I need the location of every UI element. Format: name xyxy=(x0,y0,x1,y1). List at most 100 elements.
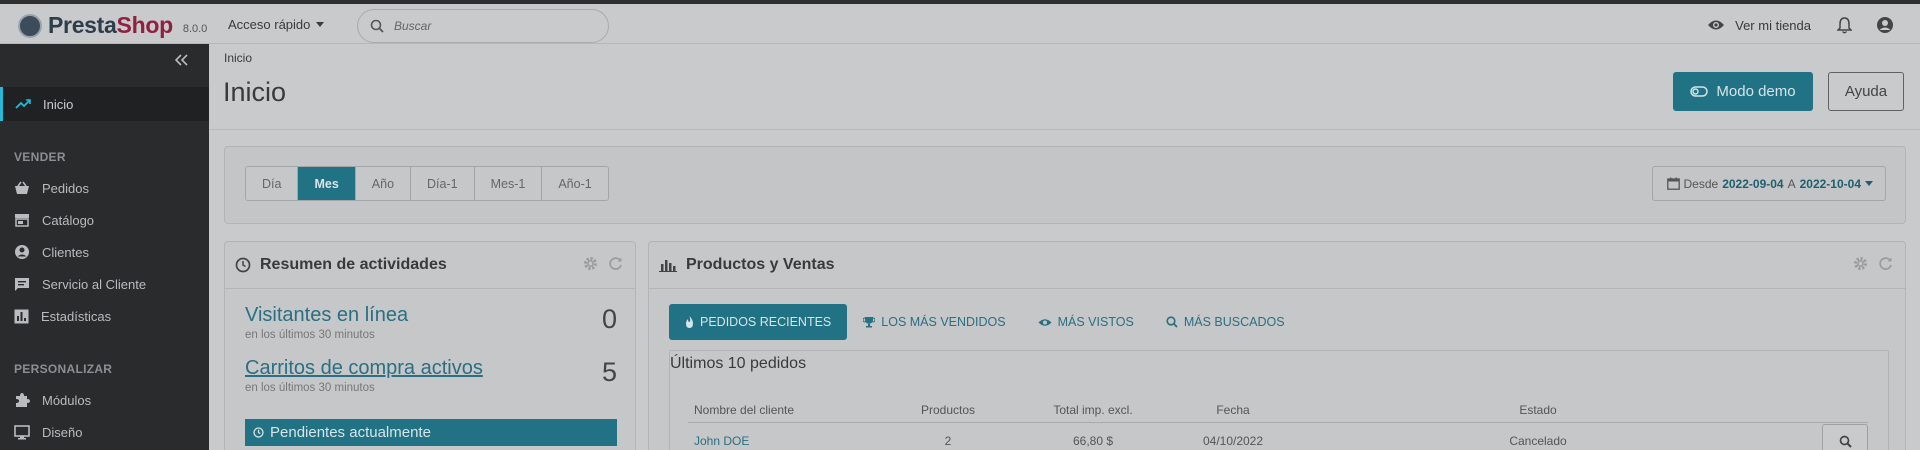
sidebar-item-label: Catálogo xyxy=(42,212,95,228)
account-icon[interactable] xyxy=(1876,16,1894,34)
prestashop-logo-icon xyxy=(18,13,42,38)
order-customer-link[interactable]: John DOE xyxy=(688,434,888,448)
products-card-header: Productos y Ventas xyxy=(649,242,1905,289)
products-tabs: PEDIDOS RECIENTES LOS MÁS VENDIDOS MÁS V… xyxy=(669,304,1301,340)
tab-label: MÁS BUSCADOS xyxy=(1183,315,1285,329)
sidebar: Inicio VENDER Pedidos Catálogo Clientes … xyxy=(0,44,209,450)
column-header-products: Productos xyxy=(920,403,976,417)
tab-most-viewed[interactable]: MÁS VISTOS xyxy=(1022,304,1150,340)
tab-label: PEDIDOS RECIENTES xyxy=(700,315,832,329)
tab-best-sellers[interactable]: LOS MÁS VENDIDOS xyxy=(847,304,1021,340)
breadcrumb[interactable]: Inicio xyxy=(224,51,252,65)
page-title: Inicio xyxy=(223,77,287,107)
search-icon xyxy=(1839,435,1852,448)
refresh-icon[interactable] xyxy=(1878,256,1893,271)
brand-name-part2: Shop xyxy=(116,12,174,38)
sidebar-item-diseno[interactable]: Diseño xyxy=(0,415,209,449)
sidebar-item-modulos[interactable]: Módulos xyxy=(0,383,209,417)
settings-gear-icon[interactable] xyxy=(583,256,598,271)
date-from-label: Desde xyxy=(1683,176,1719,191)
date-range-picker[interactable]: Desde 2022-09-04 A 2022-10-04 xyxy=(1651,166,1886,201)
recent-orders-panel: Últimos 10 pedidos Nombre del cliente Pr… xyxy=(669,350,1889,450)
view-shop-label: Ver mi tienda xyxy=(1735,17,1811,33)
topbar-right: Ver mi tienda xyxy=(1707,16,1894,34)
period-tab-mes[interactable]: Mes xyxy=(298,167,356,200)
sidebar-item-label: Estadísticas xyxy=(41,308,112,324)
products-card-title: Productos y Ventas xyxy=(686,256,835,273)
sidebar-item-label: Inicio xyxy=(43,96,74,112)
orders-table: Nombre del cliente Productos Total imp. … xyxy=(688,398,1868,450)
sidebar-section-personalizar: PERSONALIZAR xyxy=(14,362,113,376)
sidebar-item-label: Servicio al Cliente xyxy=(42,276,147,292)
quick-access-label: Acceso rápido xyxy=(228,17,311,32)
sidebar-item-catalogo[interactable]: Catálogo xyxy=(0,203,209,237)
tab-label: MÁS VISTOS xyxy=(1057,315,1134,329)
activity-overview-card: Resumen de actividades Visitantes en lín… xyxy=(224,241,636,450)
version-label: 8.0.0 xyxy=(182,22,208,35)
sidebar-item-label: Clientes xyxy=(42,244,89,260)
period-selector-panel: Día Mes Año Día-1 Mes-1 Año-1 Desde 2022… xyxy=(224,146,1906,224)
sidebar-item-label: Diseño xyxy=(42,424,83,440)
tab-most-searched[interactable]: MÁS BUSCADOS xyxy=(1150,304,1301,340)
products-card-tools xyxy=(1853,256,1893,271)
puzzle-icon xyxy=(14,392,30,408)
sidebar-item-pedidos[interactable]: Pedidos xyxy=(0,171,209,205)
collapse-sidebar-icon[interactable] xyxy=(175,54,189,66)
tab-recent-orders[interactable]: PEDIDOS RECIENTES xyxy=(669,304,848,340)
settings-gear-icon[interactable] xyxy=(1853,256,1868,271)
column-header-total: Total imp. excl. xyxy=(1053,403,1133,417)
period-tab-mes-1[interactable]: Mes-1 xyxy=(474,167,543,200)
brand-name: PrestaShop xyxy=(48,12,173,39)
order-actions xyxy=(1788,424,1868,450)
period-tab-ano[interactable]: Año xyxy=(355,167,412,200)
date-to-label: A xyxy=(1787,176,1796,191)
sidebar-item-label: Módulos xyxy=(42,392,92,408)
sidebar-item-label: Pedidos xyxy=(42,180,89,196)
online-visitors-sub: en los últimos 30 minutos xyxy=(245,329,375,341)
search-input[interactable] xyxy=(394,19,574,33)
demo-mode-label: Modo demo xyxy=(1716,83,1796,100)
fire-icon xyxy=(685,316,694,328)
active-carts-value: 5 xyxy=(601,357,617,387)
period-tab-dia-1[interactable]: Día-1 xyxy=(411,167,475,200)
activity-card-tools xyxy=(583,256,623,271)
clock-icon xyxy=(235,257,251,273)
view-order-button[interactable] xyxy=(1822,424,1868,450)
demo-mode-button[interactable]: Modo demo xyxy=(1673,72,1813,111)
sidebar-item-estadisticas[interactable]: Estadísticas xyxy=(0,299,209,333)
clock-icon xyxy=(253,427,264,438)
bar-chart-icon xyxy=(659,258,677,272)
eye-icon xyxy=(1038,318,1052,327)
view-shop-link[interactable]: Ver mi tienda xyxy=(1707,18,1811,33)
quick-access-dropdown[interactable]: Acceso rápido xyxy=(228,17,325,32)
store-icon xyxy=(14,213,30,227)
period-tab-ano-1[interactable]: Año-1 xyxy=(542,167,608,200)
period-tabs: Día Mes Año Día-1 Mes-1 Año-1 xyxy=(245,166,609,201)
date-to-value: 2022-10-04 xyxy=(1799,176,1861,191)
tab-label: LOS MÁS VENDIDOS xyxy=(881,315,1006,329)
sidebar-item-clientes[interactable]: Clientes xyxy=(0,235,209,269)
prestashop-logo[interactable]: PrestaShop 8.0.0 xyxy=(18,12,207,39)
caret-down-icon xyxy=(316,22,325,27)
period-tab-dia[interactable]: Día xyxy=(246,167,299,200)
trending-up-icon xyxy=(15,98,31,110)
pending-now-bar: Pendientes actualmente xyxy=(245,419,617,446)
active-carts-stat: Carritos de compra activos en los último… xyxy=(245,357,617,394)
activity-card-title: Resumen de actividades xyxy=(260,256,447,273)
sidebar-item-servicio-cliente[interactable]: Servicio al Cliente xyxy=(0,267,209,301)
recent-orders-title: Últimos 10 pedidos xyxy=(670,355,813,373)
notifications-bell-icon[interactable] xyxy=(1837,16,1852,34)
active-carts-sub: en los últimos 30 minutos xyxy=(245,382,375,394)
date-from-value: 2022-09-04 xyxy=(1722,176,1784,191)
trophy-icon xyxy=(863,316,876,328)
online-visitors-label[interactable]: Visitantes en línea xyxy=(245,304,617,327)
sidebar-item-inicio[interactable]: Inicio xyxy=(0,87,209,121)
sidebar-section-vender: VENDER xyxy=(14,150,66,164)
column-header-date: Fecha xyxy=(1216,403,1250,417)
search-box[interactable] xyxy=(357,9,609,43)
active-carts-link[interactable]: Carritos de compra activos xyxy=(245,357,617,380)
help-button[interactable]: Ayuda xyxy=(1828,72,1904,111)
basket-icon xyxy=(14,181,30,195)
refresh-icon[interactable] xyxy=(608,256,623,271)
order-date: 04/10/2022 xyxy=(1202,434,1264,448)
